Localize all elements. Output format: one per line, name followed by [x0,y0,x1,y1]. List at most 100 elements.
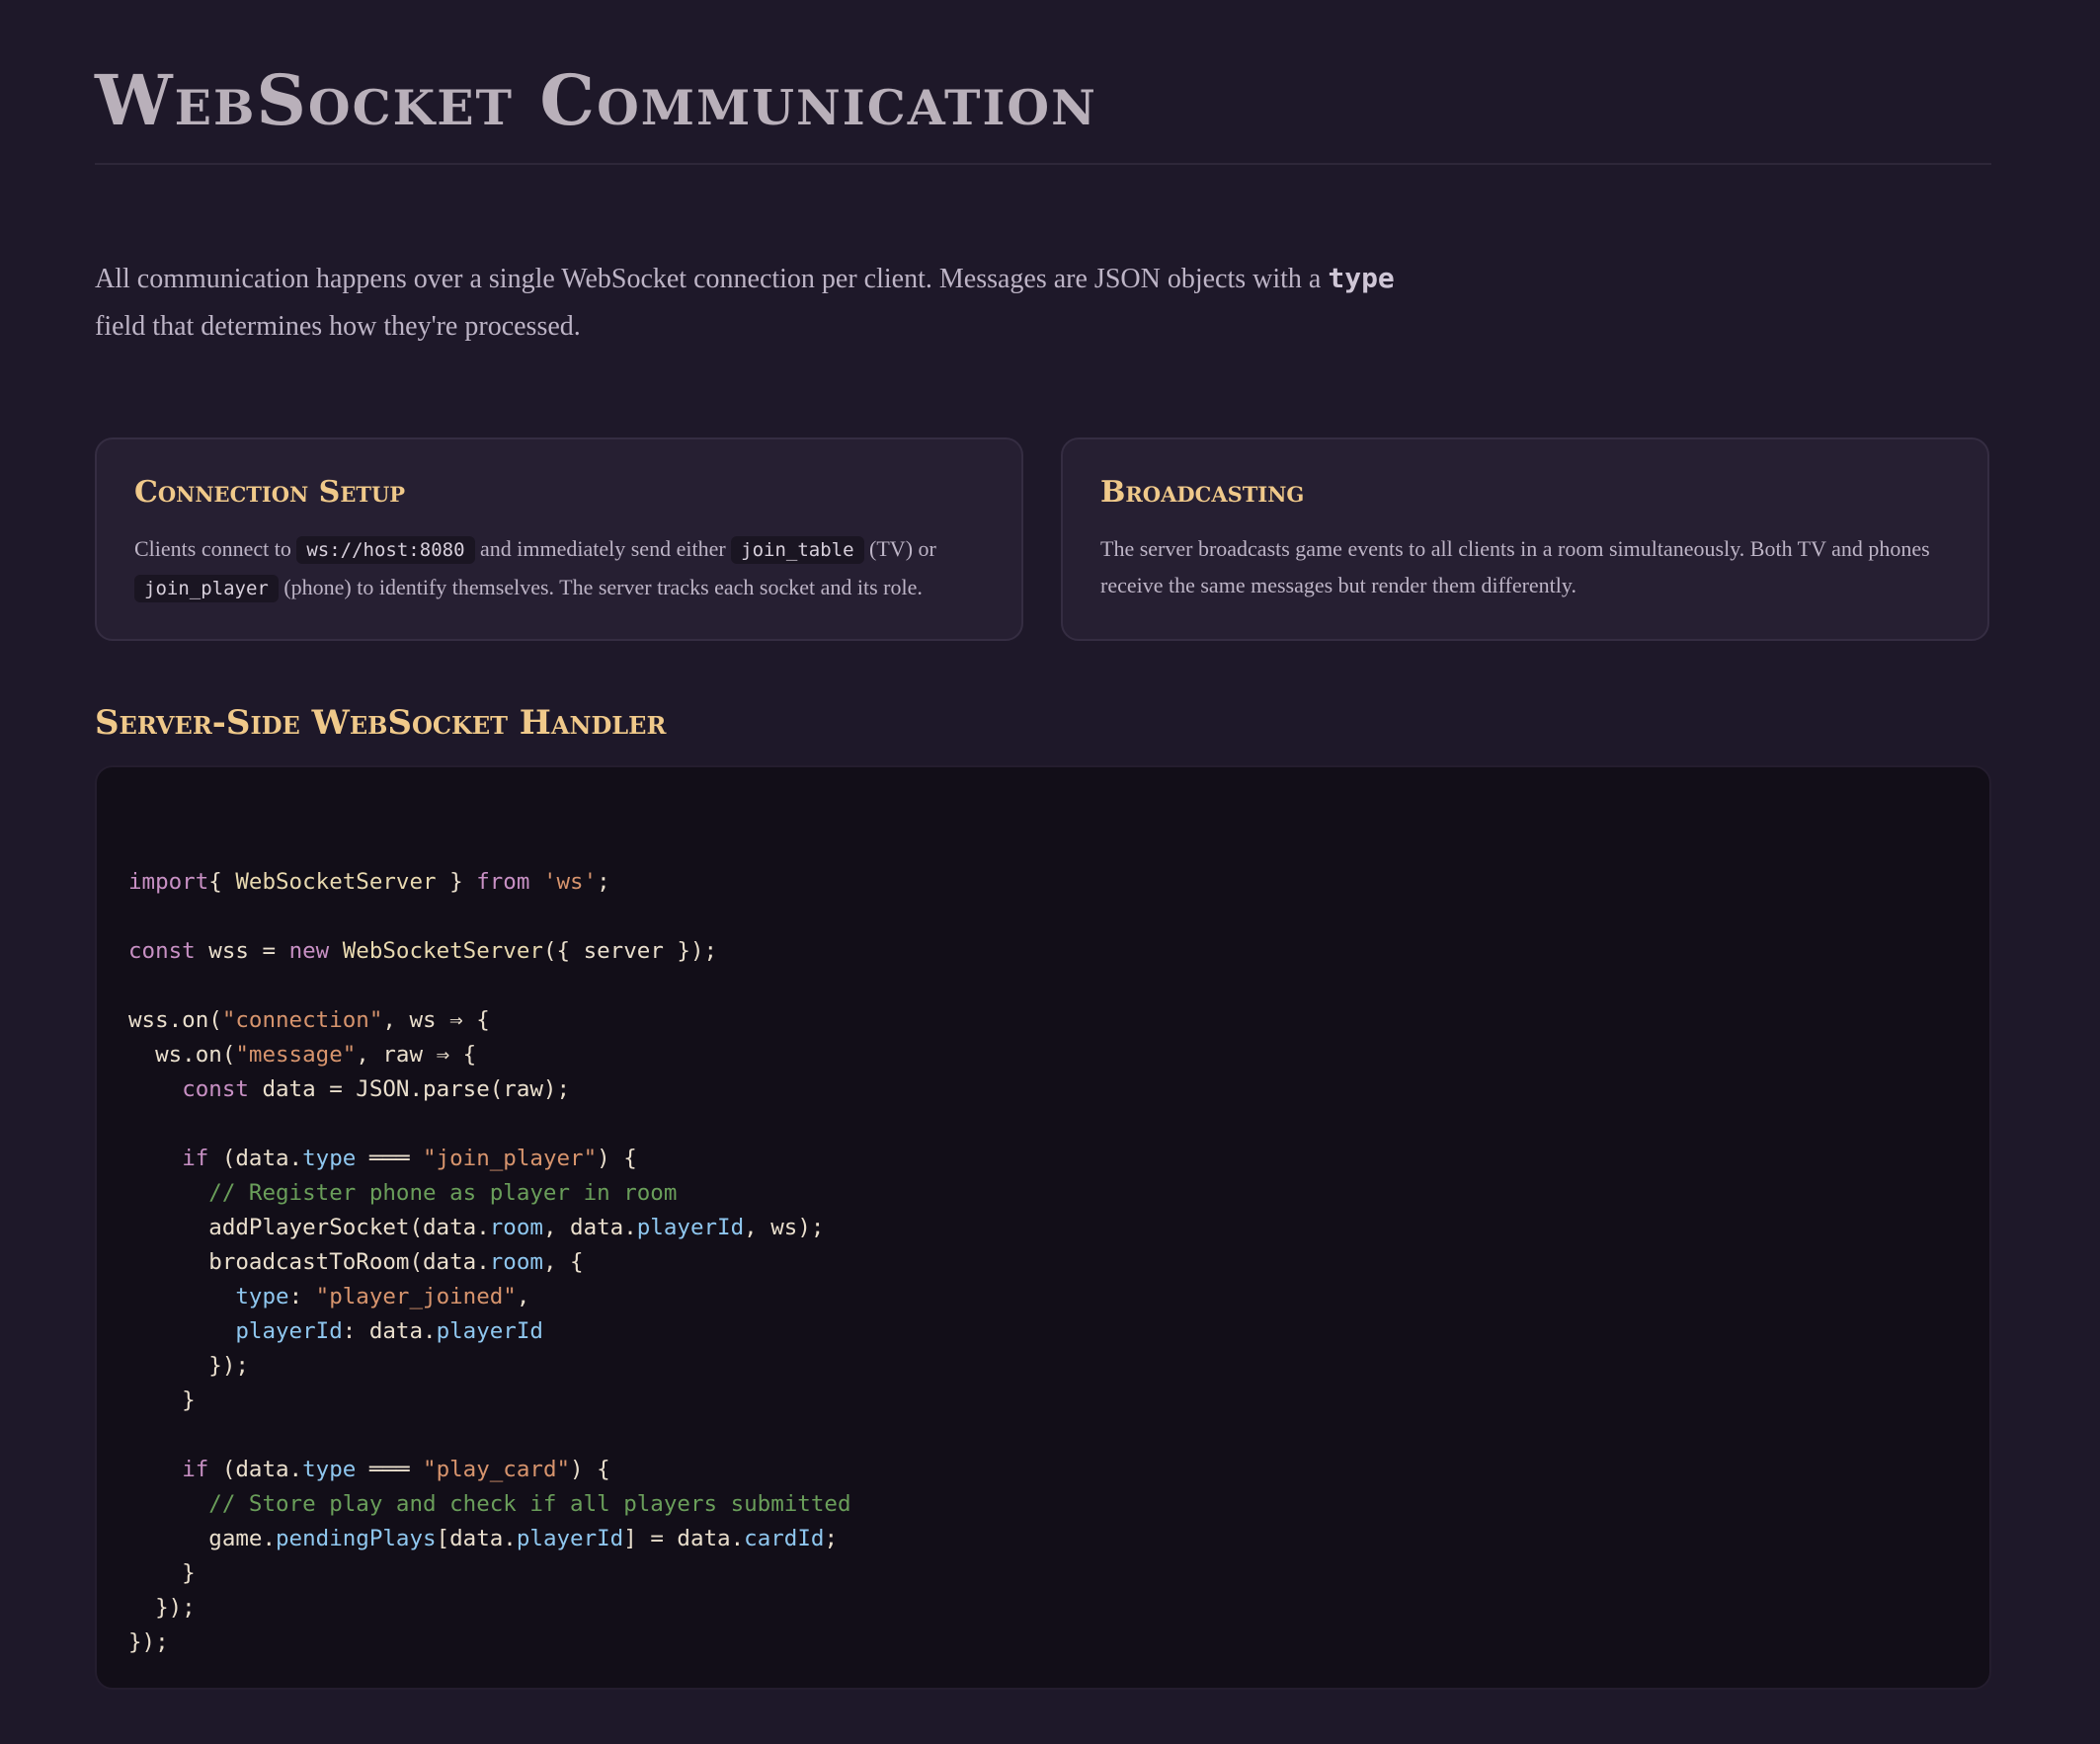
code-line: broadcastToRoom(data.room, { [128,1245,1958,1280]
broadcasting-title: Broadcasting [1100,475,1305,510]
code-line: }); [128,1591,1958,1625]
code-token-kw: if [182,1146,209,1171]
code-token: ({ server }); [542,938,718,964]
code-line: }); [128,1349,1958,1384]
code-token: } [128,1560,196,1586]
code-line: } [128,1384,1958,1418]
code-token: ws.on( [128,1042,236,1068]
page: WebSocket Communication All communicatio… [95,0,1991,1744]
code-token: (data. [208,1457,303,1482]
code-token: : data. [342,1318,437,1344]
broadcasting-card: Broadcasting The server broadcasts game … [1061,437,1989,641]
code-line: if (data.type ═══ "play_card") { [128,1453,1958,1487]
code-token: , [516,1284,530,1309]
intro-code-type: type [1328,262,1395,294]
code-line: type: "player_joined", [128,1280,1958,1314]
code-token-prop: room [489,1215,543,1240]
title-divider [95,163,1991,165]
code-token: } [128,1387,196,1413]
code-token-str: "join_player" [423,1146,598,1171]
code-line: const data = JSON.parse(raw); [128,1072,1958,1107]
code-join-table: join_table [731,536,864,564]
intro-text-before: All communication happens over a single … [95,264,1329,294]
code-block[interactable]: import{ WebSocketServer } from 'ws'; con… [95,765,1991,1690]
code-token: (data. [208,1146,303,1171]
code-token: ; [824,1526,838,1551]
code-token: { [208,869,236,895]
code-join-player: join_player [134,575,279,602]
code-line: import{ WebSocketServer } from 'ws'; [128,865,1958,900]
code-line: const wss = new WebSocketServer({ server… [128,934,1958,969]
code-token-prop: playerId [235,1318,343,1344]
intro-text-after: field that determines how they're proces… [95,311,581,342]
code-line: if (data.type ═══ "join_player") { [128,1142,1958,1176]
code-token-str: "connection" [221,1007,383,1033]
code-line: wss.on("connection", ws ⇒ { [128,1003,1958,1038]
page-title: WebSocket Communication [95,59,1097,141]
code-line: } [128,1556,1958,1591]
code-token: ) { [570,1457,610,1482]
code-token-str: "message" [235,1042,357,1068]
code-token: , { [542,1249,584,1275]
connection-setup-text: Clients connect to ws://host:8080 and im… [134,530,994,607]
code-token-kw: from [476,869,530,895]
code-token: , ws ⇒ { [382,1007,490,1033]
code-token: ) { [597,1146,637,1171]
code-token-str: 'ws' [542,869,598,895]
code-line: addPlayerSocket(data.room, data.playerId… [128,1211,1958,1245]
code-token: ; [597,869,610,895]
code-token: , raw ⇒ { [356,1042,477,1068]
code-token: ═══ [356,1146,424,1171]
code-token: }); [128,1595,196,1621]
connection-setup-text-3: (TV) or [863,536,936,561]
code-line: // Register phone as player in room [128,1176,1958,1211]
broadcasting-text: The server broadcasts game events to all… [1100,536,1930,597]
code-token-prop: playerId [636,1215,745,1240]
code-token-prop: type [302,1146,357,1171]
code-token: , ws); [744,1215,825,1240]
code-token: , data. [542,1215,637,1240]
intro-paragraph: All communication happens over a single … [95,255,1418,351]
code-token-prop: pendingPlays [276,1526,437,1551]
code-token-kw: import [128,869,209,895]
code-token-str: "player_joined" [315,1284,517,1309]
connection-setup-text-1: Clients connect to [134,536,297,561]
code-token: }); [128,1629,169,1655]
code-section-title: Server-Side WebSocket Handler [95,703,667,743]
code-line: game.pendingPlays[data.playerId] = data.… [128,1522,1958,1556]
code-token: game. [128,1526,277,1551]
code-token: wss.on( [128,1007,222,1033]
code-token-cmt: // Register phone as player in room [208,1180,678,1206]
code-token: [data. [436,1526,517,1551]
code-token: ═══ [356,1457,424,1482]
code-token-prop: type [235,1284,289,1309]
code-token-prop: playerId [516,1526,624,1551]
code-token-kw: if [182,1457,209,1482]
code-token: data = JSON.parse(raw); [248,1076,571,1102]
code-token-cmt: // Store play and check if all players s… [208,1491,851,1517]
code-token-fn: WebSocketServer [235,869,437,895]
code-token-prop: type [302,1457,357,1482]
code-token: }); [128,1353,249,1379]
code-line: }); [128,1625,1958,1660]
code-token: ] = data. [623,1526,745,1551]
code-line: // Store play and check if all players s… [128,1487,1958,1522]
code-token: wss = [195,938,289,964]
code-token: } [436,869,477,895]
code-token: addPlayerSocket(data. [128,1215,490,1240]
code-listing: import{ WebSocketServer } from 'ws'; con… [128,831,1958,1660]
code-token-prop: room [489,1249,543,1275]
code-line: ws.on("message", raw ⇒ { [128,1038,1958,1072]
connection-setup-title: Connection Setup [134,475,406,510]
